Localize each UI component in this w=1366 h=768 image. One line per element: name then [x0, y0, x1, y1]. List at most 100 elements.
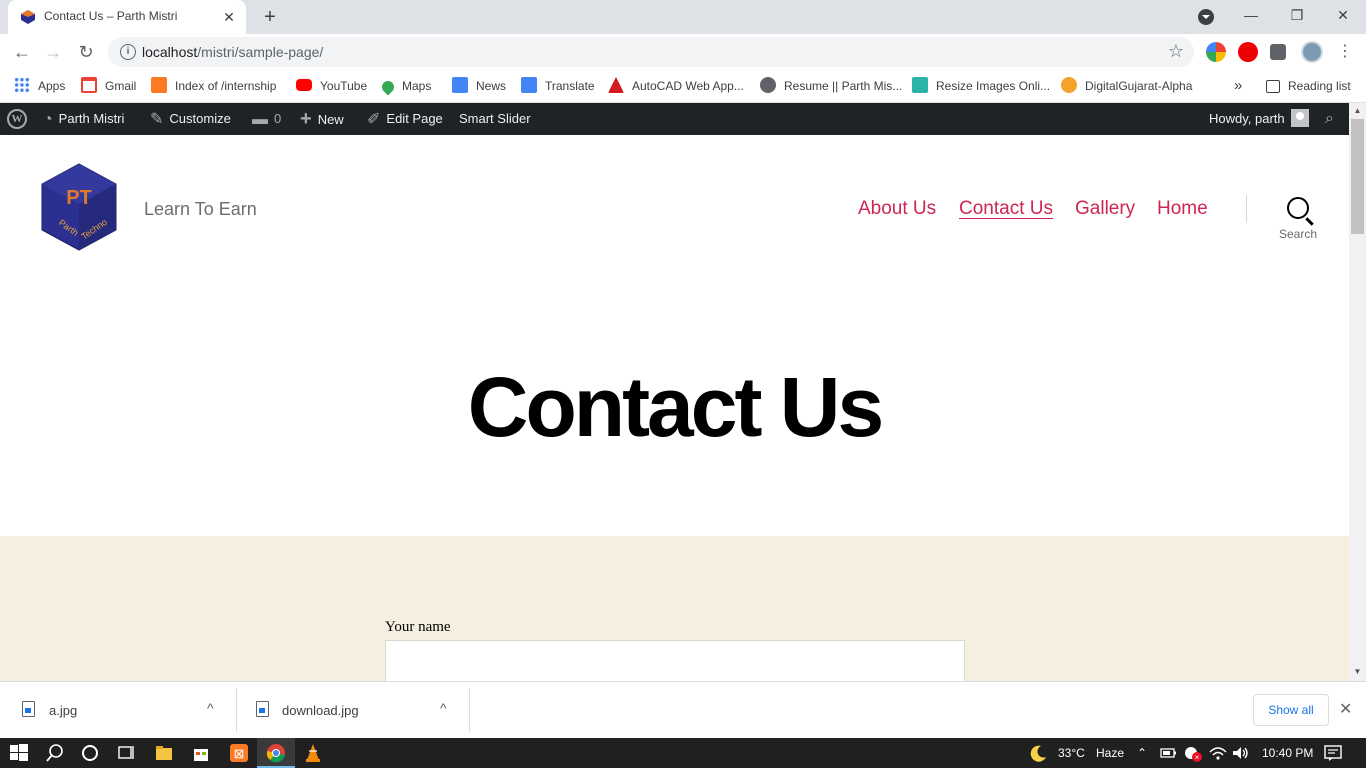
search-toggle-button[interactable]: Search [1270, 195, 1326, 245]
reload-button[interactable]: ↻ [74, 40, 98, 64]
weather-condition[interactable]: Haze [1096, 746, 1124, 760]
download-item[interactable]: download.jpg ^ [237, 682, 469, 739]
bookmark-resize-images[interactable]: Resize Images Onli... [912, 77, 1050, 95]
close-window-button[interactable]: ✕ [1320, 0, 1366, 30]
file-explorer-icon[interactable] [154, 743, 174, 763]
pencil-icon: ✐ [367, 111, 381, 128]
adblock-extension-icon[interactable] [1238, 42, 1258, 62]
weather-temperature[interactable]: 33°C [1058, 746, 1085, 760]
site-logo[interactable]: PT Parth Techno [40, 162, 118, 252]
bookmark-label: AutoCAD Web App... [632, 79, 744, 93]
battery-icon[interactable] [1158, 743, 1178, 763]
url-path: /mistri/sample-page/ [197, 44, 324, 60]
close-shelf-icon[interactable]: ✕ [1339, 699, 1352, 719]
chevron-up-icon[interactable]: ^ [207, 700, 214, 716]
site-name-label: Parth Mistri [58, 111, 125, 126]
url-text: localhost/mistri/sample-page/ [142, 44, 323, 60]
admin-customize[interactable]: ✎ Customize [150, 103, 231, 135]
bookmark-gmail[interactable]: Gmail [81, 77, 136, 95]
tab-close-icon[interactable]: ✕ [220, 8, 238, 26]
admin-new[interactable]: + New [300, 103, 344, 135]
windows-start-icon[interactable] [9, 743, 29, 763]
bookmark-star-icon[interactable]: ☆ [1168, 41, 1184, 62]
admin-site-name[interactable]: ◔ Parth Mistri [43, 103, 124, 135]
minimize-button[interactable]: — [1228, 0, 1274, 30]
chrome-icon[interactable] [266, 743, 286, 763]
show-all-button[interactable]: Show all [1253, 694, 1329, 726]
admin-edit-page[interactable]: ✐ Edit Page [367, 103, 443, 135]
menu-item-home[interactable]: Home [1157, 198, 1208, 220]
page-title: Contact Us [467, 360, 884, 454]
task-view-icon[interactable] [116, 743, 136, 763]
bookmark-label: DigitalGujarat-Alpha [1085, 79, 1193, 93]
bookmark-autocad[interactable]: AutoCAD Web App... [608, 77, 744, 95]
tab-title: Contact Us – Parth Mistri [44, 9, 178, 23]
menu-item-contact-us[interactable]: Contact Us [959, 198, 1053, 220]
your-name-input[interactable] [385, 640, 965, 681]
youtube-icon [296, 79, 312, 91]
bookmark-youtube[interactable]: YouTube [296, 77, 367, 95]
translate-icon [521, 77, 537, 93]
address-bar[interactable]: i localhost/mistri/sample-page/ ☆ [108, 37, 1194, 67]
bookmark-label: Index of /internship [175, 79, 277, 93]
download-filename: download.jpg [282, 703, 359, 718]
plus-icon: + [300, 108, 312, 130]
admin-account[interactable]: Howdy, parth [1209, 103, 1309, 135]
chevron-up-icon[interactable]: ^ [440, 700, 447, 716]
color-extension-icon[interactable] [1206, 42, 1226, 62]
restore-button[interactable]: ❐ [1274, 0, 1320, 30]
download-divider [469, 688, 470, 732]
apps-grid-icon [14, 77, 30, 93]
extensions-puzzle-icon[interactable] [1270, 44, 1286, 60]
wifi-icon[interactable] [1208, 743, 1228, 763]
logo-text: PT [66, 187, 92, 209]
cortana-icon[interactable] [80, 743, 100, 763]
tab-search-icon[interactable] [1198, 9, 1214, 25]
bookmark-apps[interactable]: Apps [14, 77, 65, 95]
search-icon [1287, 197, 1309, 219]
store-icon[interactable] [191, 743, 211, 763]
forward-button[interactable]: → [41, 40, 65, 64]
weather-moon-icon[interactable] [1028, 743, 1048, 763]
admin-comments[interactable]: ▬ 0 [252, 103, 281, 135]
volume-icon[interactable] [1230, 743, 1250, 763]
menu-item-about-us[interactable]: About Us [858, 198, 936, 220]
back-button[interactable]: ← [10, 40, 34, 64]
network-warning-icon[interactable]: × [1183, 743, 1203, 763]
admin-smart-slider[interactable]: Smart Slider [459, 103, 531, 135]
comments-count: 0 [274, 111, 282, 126]
image-file-icon [256, 701, 269, 717]
profile-avatar[interactable] [1301, 41, 1323, 63]
gmail-icon [81, 77, 97, 93]
bookmark-resume[interactable]: Resume || Parth Mis... [760, 77, 902, 95]
bookmark-news[interactable]: News [452, 77, 506, 95]
news-icon [452, 77, 468, 93]
wordpress-logo-icon[interactable]: W [7, 109, 27, 129]
page-scrollbar[interactable]: ▲ ▼ [1349, 103, 1366, 681]
action-center-icon[interactable] [1323, 743, 1343, 763]
wp-admin-bar: W ◔ Parth Mistri ✎ Customize ▬ 0 + New ✐ Edit… [0, 103, 1349, 135]
reading-list-button[interactable]: Reading list [1266, 77, 1351, 95]
scroll-up-arrow-icon[interactable]: ▲ [1349, 104, 1366, 118]
admin-search-icon[interactable]: ⌕ [1325, 103, 1334, 135]
download-item[interactable]: a.jpg ^ [0, 682, 236, 739]
tray-chevron-icon[interactable]: ⌃ [1137, 746, 1147, 760]
bookmark-maps[interactable]: Maps [379, 77, 431, 96]
scroll-down-arrow-icon[interactable]: ▼ [1349, 665, 1366, 679]
site-info-icon[interactable]: i [120, 44, 136, 60]
reading-list-icon [1266, 80, 1280, 93]
bookmark-label: News [476, 79, 507, 93]
scrollbar-thumb[interactable] [1351, 119, 1364, 234]
clock-time[interactable]: 10:40 PM [1262, 746, 1313, 760]
new-tab-button[interactable]: + [259, 6, 281, 28]
xampp-icon[interactable]: ⊠ [229, 743, 249, 763]
vlc-icon[interactable] [303, 743, 323, 763]
browser-tab[interactable]: Contact Us – Parth Mistri ✕ [8, 0, 246, 34]
chrome-menu-icon[interactable]: ⋮ [1333, 40, 1357, 64]
bookmark-translate[interactable]: Translate [521, 77, 595, 95]
search-icon[interactable] [45, 743, 65, 763]
bookmark-digitalgujarat[interactable]: DigitalGujarat-Alpha [1061, 77, 1192, 95]
bookmark-index-internship[interactable]: Index of /internship [151, 77, 276, 95]
menu-item-gallery[interactable]: Gallery [1075, 198, 1135, 220]
bookmarks-overflow-icon[interactable]: » [1234, 77, 1242, 95]
